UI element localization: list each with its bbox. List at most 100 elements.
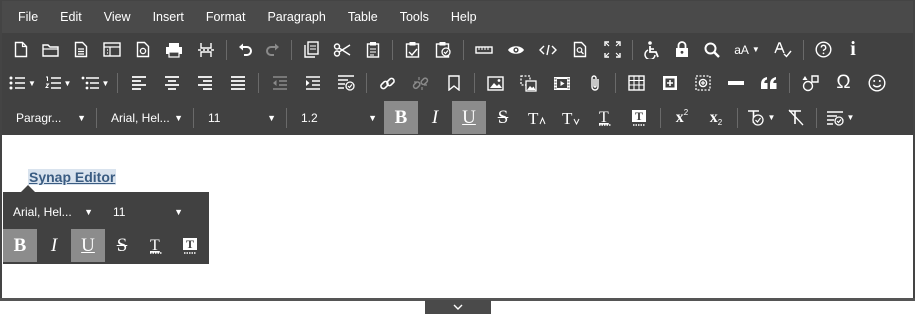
strikethrough-icon: S bbox=[497, 106, 509, 128]
image-map-icon[interactable] bbox=[512, 68, 545, 98]
document-properties-icon[interactable] bbox=[66, 35, 96, 65]
find-replace-icon[interactable] bbox=[564, 35, 596, 65]
about-info-icon[interactable]: i bbox=[838, 35, 868, 65]
horizontal-rule-icon[interactable] bbox=[719, 68, 752, 98]
subscript-icon[interactable]: x2 bbox=[699, 101, 733, 134]
selected-link-text[interactable]: Synap Editor bbox=[28, 169, 117, 185]
template-icon[interactable] bbox=[96, 35, 128, 65]
accessibility-icon[interactable] bbox=[637, 35, 667, 65]
quote-icon[interactable] bbox=[752, 68, 785, 98]
toolbar-separator bbox=[615, 73, 616, 93]
numbered-list-button[interactable]: ▼ bbox=[39, 68, 77, 98]
open-folder-icon[interactable] bbox=[36, 35, 66, 65]
table-icon[interactable] bbox=[620, 68, 653, 98]
insert-layer-icon[interactable] bbox=[686, 68, 719, 98]
menu-table[interactable]: Table bbox=[337, 1, 389, 33]
cut-icon[interactable] bbox=[326, 35, 358, 65]
outdent-icon[interactable] bbox=[263, 68, 296, 98]
font-size-change-button[interactable]: aA ▼ bbox=[727, 35, 767, 65]
chevron-down-icon: ▼ bbox=[101, 78, 110, 88]
font-family-select[interactable]: Arial, Hel... ▼ bbox=[101, 104, 189, 132]
menu-file[interactable]: File bbox=[10, 1, 49, 33]
strikethrough-button[interactable]: S bbox=[486, 101, 520, 134]
toolbar-row-3: Paragr... ▼ Arial, Hel... ▼ 11 ▼ 1.2 ▼ B I U… bbox=[2, 100, 913, 135]
align-right-icon[interactable] bbox=[188, 68, 221, 98]
menu-help[interactable]: Help bbox=[440, 1, 488, 33]
menu-insert[interactable]: Insert bbox=[142, 1, 195, 33]
paragraph-style-button[interactable]: ▼ bbox=[821, 103, 859, 133]
multilevel-list-button[interactable]: ▼ bbox=[77, 68, 113, 98]
floating-underline-button[interactable]: U bbox=[71, 229, 105, 262]
redo-icon[interactable] bbox=[259, 35, 287, 65]
clear-format-icon[interactable] bbox=[780, 103, 812, 133]
chevron-down-icon: ▼ bbox=[174, 112, 183, 123]
underline-icon: U bbox=[462, 106, 476, 128]
superscript-icon[interactable]: x2 bbox=[665, 101, 699, 134]
italic-button[interactable]: I bbox=[418, 101, 452, 134]
bold-button[interactable]: B bbox=[384, 101, 418, 134]
paste-as-text-icon[interactable] bbox=[397, 35, 427, 65]
toolbar-separator bbox=[258, 73, 259, 93]
justify-icon[interactable] bbox=[221, 68, 254, 98]
floating-italic-button[interactable]: I bbox=[37, 229, 71, 262]
help-icon[interactable] bbox=[808, 35, 838, 65]
toolbar-separator bbox=[803, 39, 804, 60]
floating-bold-button[interactable]: B bbox=[3, 229, 37, 262]
paste-special-icon[interactable] bbox=[427, 35, 459, 65]
new-document-icon[interactable] bbox=[6, 35, 36, 65]
toolbar-separator bbox=[286, 107, 287, 128]
background-color-icon[interactable]: T bbox=[622, 101, 656, 134]
video-icon[interactable] bbox=[545, 68, 578, 98]
floating-background-color-icon[interactable]: T bbox=[173, 229, 207, 262]
source-code-icon[interactable] bbox=[532, 35, 564, 65]
menu-paragraph[interactable]: Paragraph bbox=[256, 1, 336, 33]
floating-font-family-select[interactable]: Arial, Hel... ▼ bbox=[3, 198, 99, 226]
align-center-icon[interactable] bbox=[155, 68, 188, 98]
menu-edit[interactable]: Edit bbox=[49, 1, 93, 33]
paragraph-format-icon[interactable] bbox=[329, 68, 362, 98]
text-style-button[interactable]: ▼ bbox=[742, 103, 780, 133]
insert-div-icon[interactable] bbox=[653, 68, 686, 98]
align-left-icon[interactable] bbox=[122, 68, 155, 98]
ruler-icon[interactable] bbox=[468, 35, 500, 65]
font-size-select[interactable]: 11 ▼ bbox=[198, 104, 282, 132]
page-settings-icon[interactable] bbox=[128, 35, 158, 65]
font-size-decrease-icon[interactable]: T bbox=[554, 101, 588, 134]
fullscreen-icon[interactable] bbox=[596, 35, 628, 65]
chevron-down-icon: ▼ bbox=[77, 112, 86, 123]
font-color-icon[interactable]: T bbox=[588, 101, 622, 134]
floating-strikethrough-button[interactable]: S bbox=[105, 229, 139, 262]
undo-icon[interactable] bbox=[231, 35, 259, 65]
paste-icon[interactable] bbox=[358, 35, 388, 65]
copy-icon[interactable] bbox=[296, 35, 326, 65]
special-character-icon[interactable]: Ω bbox=[827, 68, 860, 98]
shapes-icon[interactable] bbox=[794, 68, 827, 98]
line-height-select[interactable]: 1.2 ▼ bbox=[291, 104, 383, 132]
underline-button[interactable]: U bbox=[452, 101, 486, 134]
preview-eye-icon[interactable] bbox=[500, 35, 532, 65]
emoji-icon[interactable] bbox=[860, 68, 893, 98]
unlink-icon[interactable] bbox=[404, 68, 437, 98]
menu-view[interactable]: View bbox=[93, 1, 142, 33]
lock-icon[interactable] bbox=[667, 35, 697, 65]
paragraph-style-value: Paragr... bbox=[16, 110, 62, 125]
font-size-increase-icon[interactable]: T bbox=[520, 101, 554, 134]
search-icon[interactable] bbox=[697, 35, 727, 65]
bookmark-icon[interactable] bbox=[437, 68, 470, 98]
menu-format[interactable]: Format bbox=[195, 1, 257, 33]
floating-font-size-select[interactable]: 11 ▼ bbox=[103, 198, 189, 226]
bullet-list-button[interactable]: ▼ bbox=[6, 68, 39, 98]
menu-tools[interactable]: Tools bbox=[389, 1, 440, 33]
link-icon[interactable] bbox=[371, 68, 404, 98]
floating-font-color-icon[interactable]: T bbox=[139, 229, 173, 262]
paragraph-style-select[interactable]: Paragr... ▼ bbox=[6, 104, 92, 132]
page-break-icon[interactable] bbox=[190, 35, 222, 65]
spell-check-icon[interactable] bbox=[767, 35, 799, 65]
print-icon[interactable] bbox=[158, 35, 190, 65]
toolbar-row-2: ▼ ▼ ▼ Ω bbox=[2, 66, 913, 100]
image-icon[interactable] bbox=[479, 68, 512, 98]
toolbar-separator bbox=[632, 39, 633, 60]
indent-icon[interactable] bbox=[296, 68, 329, 98]
resize-handle[interactable] bbox=[425, 300, 491, 314]
attachment-icon[interactable] bbox=[578, 68, 611, 98]
